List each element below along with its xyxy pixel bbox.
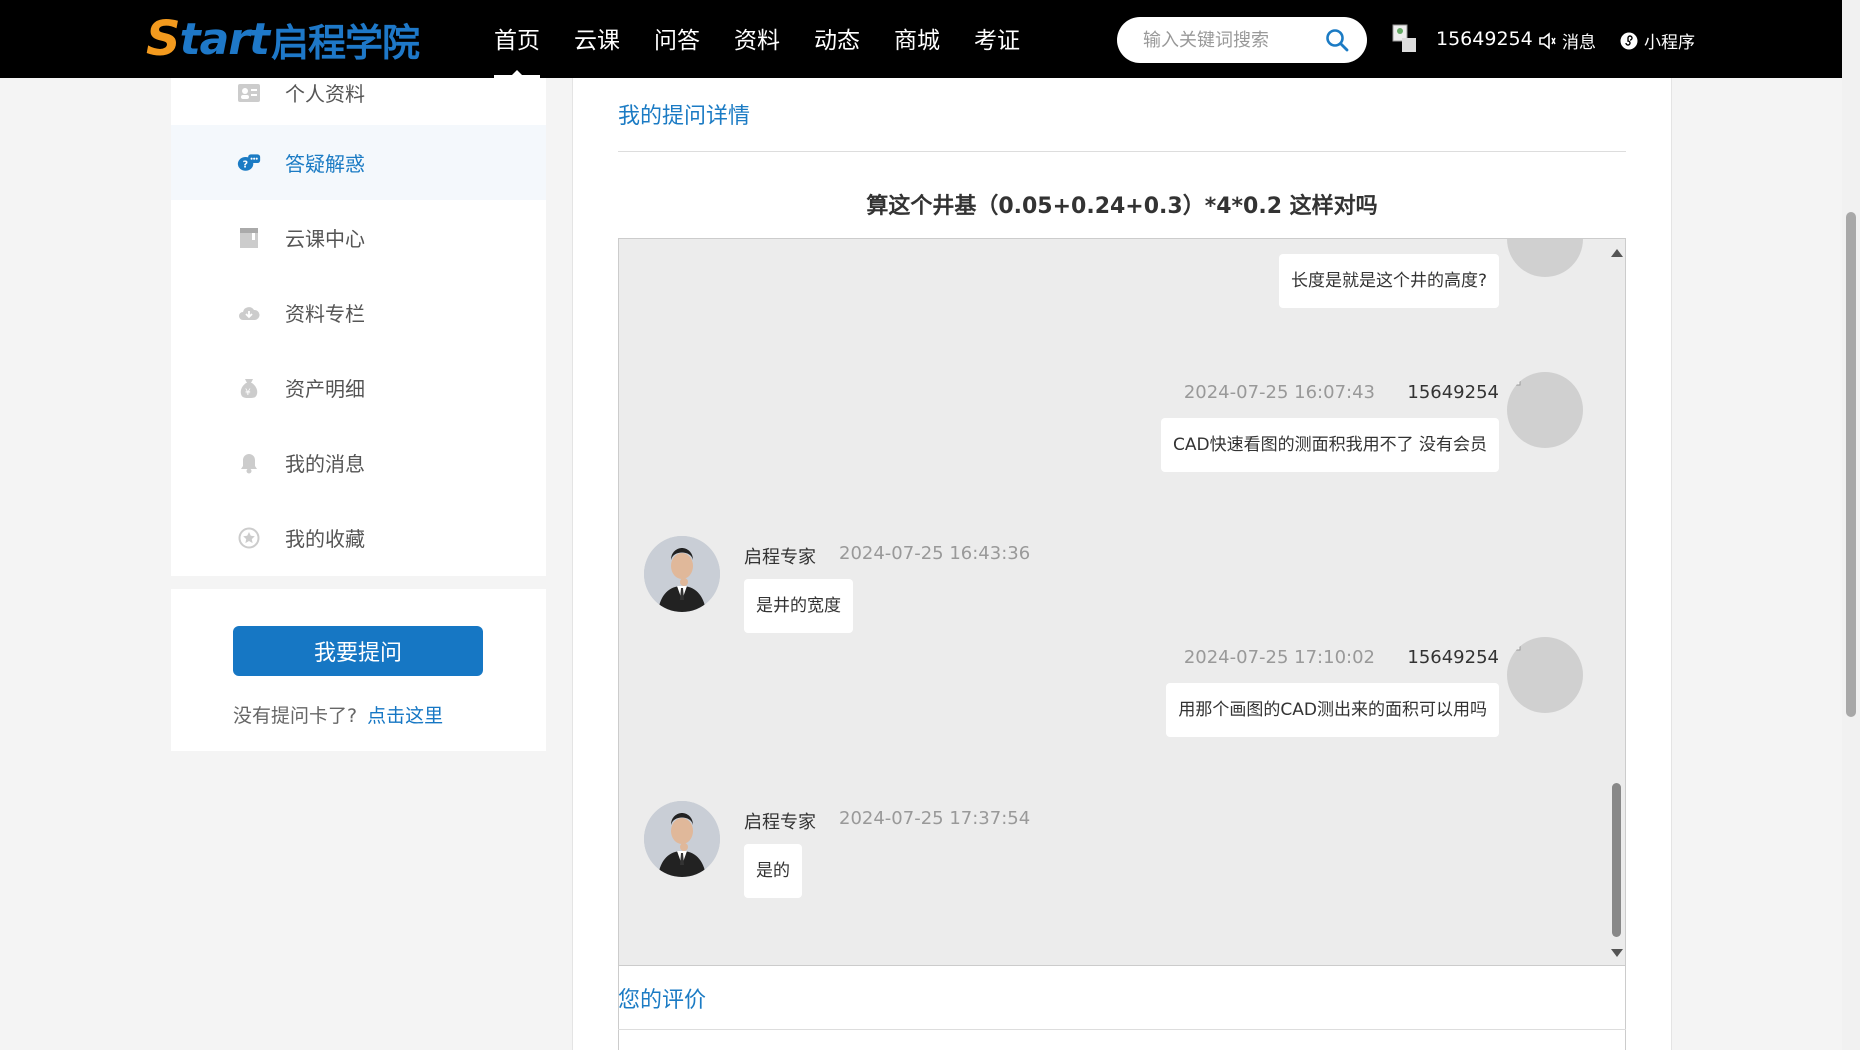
expert-avatar [644,536,720,612]
message-sender: 15649254 [1407,647,1499,668]
qa-chat-icon: ? [237,151,261,175]
user-menu[interactable]: 15649254 [1392,24,1533,54]
divider [618,1029,1626,1030]
chat-bubble: 是井的宽度 [744,579,853,633]
miniprogram-link[interactable]: 小程序 [1620,28,1695,53]
sidebar-item-assets[interactable]: ¥ 资产明细 [171,350,546,425]
message-time: 2024-07-25 17:37:54 [839,808,1031,829]
messages-link[interactable]: 消息 [1538,28,1596,53]
nav-materials[interactable]: 资料 [734,0,780,78]
scroll-down-arrow-icon[interactable] [1611,949,1623,957]
user-avatar [1507,239,1583,277]
ask-panel: 我要提问 没有提问卡了? 点击这里 [171,589,546,751]
nav-certification[interactable]: 考证 [974,0,1020,78]
broken-image-icon [1507,372,1521,386]
main-nav: 首页 云课 问答 资料 动态 商城 考证 [494,0,1054,78]
page-title: 我的提问详情 [618,104,751,129]
message-sender: 启程专家 [744,547,816,568]
expert-avatar [644,801,720,877]
chat-thread[interactable]: 长度是就是这个井的高度? 15649254 2024-07-25 16:07:4… [618,238,1626,966]
svg-text:¥: ¥ [245,388,251,398]
sidebar-item-label: 我的收藏 [285,527,365,551]
money-bag-icon: ¥ [237,376,261,400]
star-circle-icon [237,526,261,550]
sidebar-item-profile[interactable]: 个人资料 [171,55,546,130]
message-time: 2024-07-25 16:07:43 [1183,382,1375,403]
rating-title: 您的评价 [618,988,707,1013]
no-card-text: 没有提问卡了? [233,705,358,727]
chat-bubble: 用那个画图的CAD测出来的面积可以用吗 [1166,683,1499,737]
broken-image-icon [1507,637,1521,651]
profile-card-icon [237,81,261,105]
sidebar-menu: 个人资料 ? 答疑解惑 云课中心 资料专栏 ¥ 资产明细 我的消息 我的收藏 [171,78,546,576]
expert-portrait-icon [644,801,720,877]
chat-bubble: 是的 [744,844,802,898]
nav-qa[interactable]: 问答 [654,0,700,78]
sidebar-item-messages[interactable]: 我的消息 [171,425,546,500]
message-sender: 15649254 [1407,382,1499,403]
message-sender: 启程专家 [744,812,816,833]
bell-icon [237,451,261,475]
scroll-up-arrow-icon[interactable] [1611,249,1623,257]
no-card-hint: 没有提问卡了? 点击这里 [233,701,443,728]
user-avatar [1507,372,1583,448]
divider [618,151,1626,152]
question-title: 算这个井基（0.05+0.24+0.3）*4*0.2 这样对吗 [866,194,1378,219]
miniprogram-icon [1620,32,1638,49]
svg-text:?: ? [243,159,248,170]
search-box [1117,17,1367,63]
sidebar-item-label: 云课中心 [285,227,365,251]
sidebar-item-label: 资料专栏 [285,302,365,326]
chat-bubble: 长度是就是这个井的高度? [1278,254,1499,308]
sidebar-item-label: 个人资料 [285,82,365,106]
nav-shop[interactable]: 商城 [894,0,940,78]
chat-bubble: CAD快速看图的测面积我用不了 没有会员 [1161,418,1499,472]
book-icon [237,226,261,250]
expert-portrait-icon [644,536,720,612]
chat-scrollbar[interactable] [1607,239,1625,965]
message-time: 2024-07-25 17:10:02 [1183,647,1375,668]
click-here-link[interactable]: 点击这里 [367,705,443,727]
sidebar-item-favorites[interactable]: 我的收藏 [171,500,546,575]
sidebar-item-label: 我的消息 [285,452,365,476]
cloud-download-icon [237,301,261,325]
nav-news[interactable]: 动态 [814,0,860,78]
search-icon[interactable] [1325,28,1349,52]
sidebar-item-label: 资产明细 [285,377,365,401]
speaker-icon [1539,31,1556,50]
user-id: 15649254 [1436,28,1533,50]
rating-section [618,964,1626,1050]
main-panel: 我的提问详情 算这个井基（0.05+0.24+0.3）*4*0.2 这样对吗 长… [572,78,1672,1050]
search-input[interactable] [1143,27,1323,53]
sidebar-item-qa[interactable]: ? 答疑解惑 [171,125,546,200]
messages-label: 消息 [1562,33,1596,53]
page-scroll-thumb[interactable] [1846,212,1856,717]
message-time: 2024-07-25 16:43:36 [839,543,1031,564]
nav-cloud-course[interactable]: 云课 [574,0,620,78]
sidebar-item-label: 答疑解惑 [285,152,365,176]
page-scrollbar[interactable] [1842,0,1860,1050]
ask-question-button[interactable]: 我要提问 [233,626,483,676]
user-avatar-icon [1392,24,1416,52]
sidebar-item-cloud-course[interactable]: 云课中心 [171,200,546,275]
user-avatar [1507,637,1583,713]
scroll-thumb[interactable] [1612,783,1621,937]
sidebar-item-materials[interactable]: 资料专栏 [171,275,546,350]
miniprogram-label: 小程序 [1644,33,1695,53]
